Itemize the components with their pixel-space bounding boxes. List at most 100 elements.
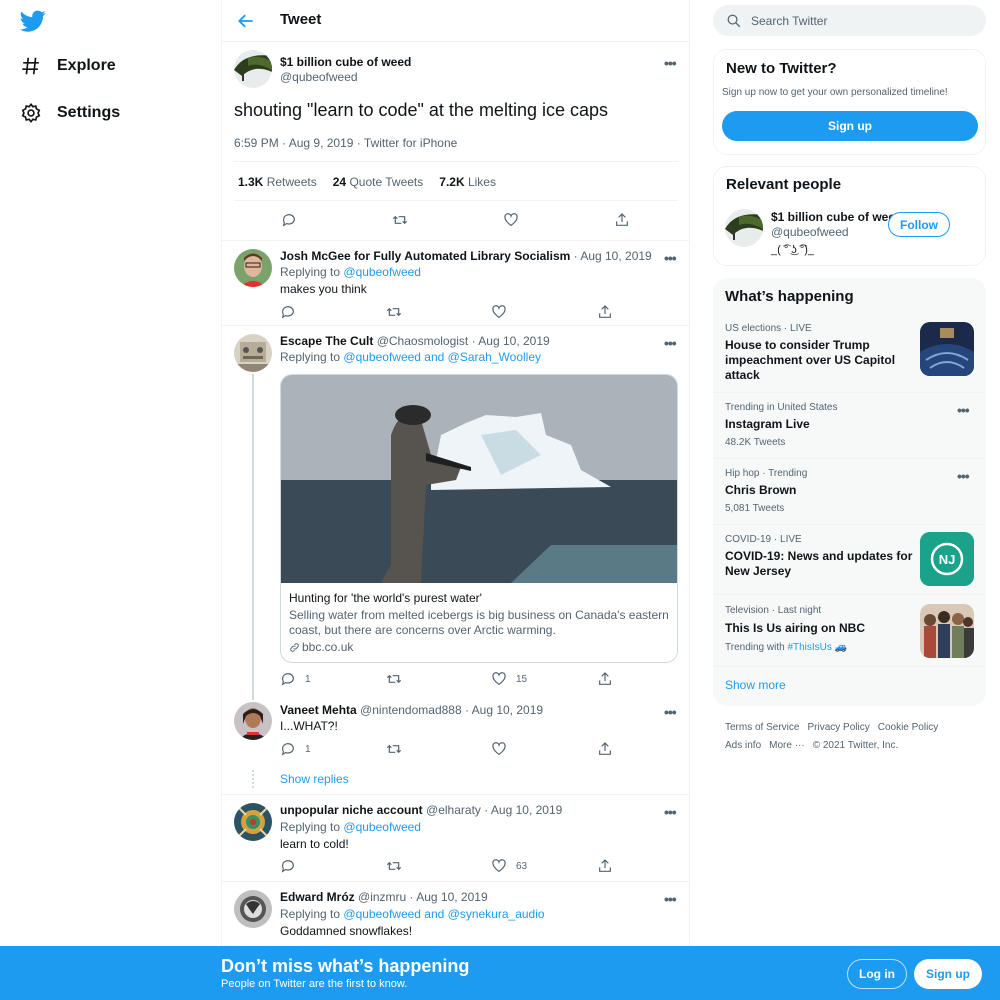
reply-date[interactable]: Aug 10, 2019	[580, 249, 651, 263]
login-button[interactable]: Log in	[847, 959, 907, 989]
trend-item[interactable]: Television · Last night This Is Us airin…	[713, 595, 986, 667]
trend-item[interactable]: Trending in United States Instagram Live…	[713, 393, 986, 459]
like-button[interactable]: 63	[491, 858, 527, 874]
reply-button[interactable]: 1	[280, 671, 311, 687]
tweet-source[interactable]: Twitter for iPhone	[364, 136, 457, 150]
reply-name[interactable]: Vaneet Mehta	[280, 703, 357, 717]
footer-terms[interactable]: Terms of Service	[725, 722, 799, 733]
tweet-date[interactable]: Aug 9, 2019	[289, 136, 354, 150]
likes-stat[interactable]: 7.2K Likes	[439, 175, 496, 189]
back-arrow-icon[interactable]	[236, 11, 256, 31]
follow-button[interactable]: Follow	[888, 212, 950, 237]
nav-settings[interactable]: Settings	[20, 98, 120, 128]
trend-item[interactable]: COVID-19 · LIVE COVID-19: News and updat…	[713, 525, 986, 595]
search-bar	[713, 5, 986, 36]
share-button[interactable]	[597, 741, 613, 757]
trend-item[interactable]: US elections · LIVE House to consider Tr…	[713, 316, 986, 393]
reply-date[interactable]: Aug 10, 2019	[491, 803, 562, 817]
footer-ads[interactable]: Ads info	[725, 740, 761, 751]
trend-item[interactable]: Hip hop · Trending Chris Brown 5,081 Twe…	[713, 459, 986, 525]
footer-cookie[interactable]: Cookie Policy	[878, 722, 939, 733]
like-button[interactable]: 15	[491, 671, 527, 687]
replying-to-link[interactable]: @qubeofweed and @Sarah_Woolley	[343, 350, 541, 364]
author-avatar[interactable]	[234, 50, 272, 88]
more-options-icon[interactable]: •••	[664, 56, 677, 70]
reply-button[interactable]	[280, 304, 296, 320]
quotes-stat[interactable]: 24 Quote Tweets	[333, 175, 424, 189]
replying-to-link[interactable]: @qubeofweed	[343, 820, 421, 834]
whats-happening-title: What’s happening	[725, 288, 854, 305]
reply-header: Edward Mróz @inzmru · Aug 10, 2019	[280, 890, 488, 904]
relevant-handle[interactable]: @qubeofweed	[771, 225, 849, 239]
link-card[interactable]: Hunting for 'the world's purest water' S…	[280, 374, 678, 663]
replying-to-link[interactable]: @qubeofweed and @synekura_audio	[343, 907, 544, 921]
more-options-icon[interactable]: •••	[664, 805, 677, 819]
more-options-icon[interactable]: •••	[664, 336, 677, 350]
reply-text: I...WHAT?!	[280, 719, 338, 733]
signup-button[interactable]: Sign up	[914, 959, 982, 989]
reply-tweet[interactable]: Josh McGee for Fully Automated Library S…	[222, 240, 689, 326]
tweet-text: shouting "learn to code" at the melting …	[234, 100, 609, 120]
tweet-time[interactable]: 6:59 PM	[234, 136, 279, 150]
footer-privacy[interactable]: Privacy Policy	[807, 722, 869, 733]
retweet-button[interactable]	[386, 304, 402, 320]
nav-explore[interactable]: Explore	[20, 51, 116, 81]
meta-separator: ·	[409, 890, 414, 904]
more-options-icon[interactable]: •••	[664, 251, 677, 265]
show-replies-link[interactable]: Show replies	[280, 772, 349, 786]
reply-avatar[interactable]	[234, 334, 272, 372]
reply-handle[interactable]: @nintendomad888	[360, 703, 462, 717]
reply-avatar[interactable]	[234, 249, 272, 287]
like-button[interactable]	[491, 741, 507, 757]
reply-date[interactable]: Aug 10, 2019	[472, 703, 543, 717]
share-button[interactable]	[597, 858, 613, 874]
search-input[interactable]	[751, 5, 971, 36]
reply-name[interactable]: Edward Mróz	[280, 890, 355, 904]
author-handle[interactable]: @qubeofweed	[280, 70, 358, 84]
reply-text: Goddamned snowflakes!	[280, 924, 413, 938]
more-options-icon[interactable]: •••	[664, 705, 677, 719]
author-name[interactable]: $1 billion cube of weed	[280, 55, 411, 69]
reply-date[interactable]: Aug 10, 2019	[416, 890, 487, 904]
reply-tweet[interactable]: unpopular niche account @elharaty · Aug …	[222, 795, 689, 882]
share-button[interactable]	[614, 212, 630, 228]
reply-handle[interactable]: @inzmru	[358, 890, 406, 904]
like-button[interactable]	[503, 212, 519, 228]
reply-actions: 63	[222, 858, 689, 876]
more-options-icon[interactable]: •••	[957, 403, 970, 417]
reply-handle[interactable]: @elharaty	[426, 803, 481, 817]
reply-avatar[interactable]	[234, 890, 272, 928]
retweet-button[interactable]	[386, 741, 402, 757]
reply-button[interactable]	[280, 858, 296, 874]
trend-meta: Television · Last night	[725, 605, 822, 616]
retweet-icon	[386, 307, 402, 317]
reply-name[interactable]: Escape The Cult	[280, 334, 373, 348]
show-more-link[interactable]: Show more	[725, 678, 786, 692]
footer-more[interactable]: More ···	[769, 740, 805, 751]
trend-hashtag-link[interactable]: #ThisIsUs	[787, 642, 831, 653]
reply-header: Escape The Cult @Chaosmologist · Aug 10,…	[280, 334, 550, 348]
share-button[interactable]	[597, 671, 613, 687]
reply-name[interactable]: unpopular niche account	[280, 803, 423, 817]
reply-button[interactable]	[281, 212, 297, 228]
reply-header: Josh McGee for Fully Automated Library S…	[280, 249, 652, 263]
reply-name[interactable]: Josh McGee for Fully Automated Library S…	[280, 249, 570, 263]
reply-handle[interactable]: @Chaosmologist	[377, 334, 469, 348]
reply-button[interactable]: 1	[280, 741, 311, 757]
retweets-stat[interactable]: 1.3K Retweets	[238, 175, 317, 189]
replying-to-link[interactable]: @qubeofweed	[343, 265, 421, 279]
relevant-avatar[interactable]	[725, 209, 763, 247]
reply-date[interactable]: Aug 10, 2019	[478, 334, 549, 348]
retweet-button[interactable]	[386, 858, 402, 874]
sidebar-signup-button[interactable]: Sign up	[722, 111, 978, 141]
reply-avatar[interactable]	[234, 702, 272, 740]
relevant-name[interactable]: $1 billion cube of weed	[771, 210, 902, 224]
more-options-icon[interactable]: •••	[664, 892, 677, 906]
share-button[interactable]	[597, 304, 613, 320]
like-button[interactable]	[491, 304, 507, 320]
retweet-button[interactable]	[392, 212, 408, 228]
twitter-bird-icon[interactable]	[20, 8, 46, 34]
retweet-button[interactable]	[386, 671, 402, 687]
reply-avatar[interactable]	[234, 803, 272, 841]
more-options-icon[interactable]: •••	[957, 469, 970, 483]
